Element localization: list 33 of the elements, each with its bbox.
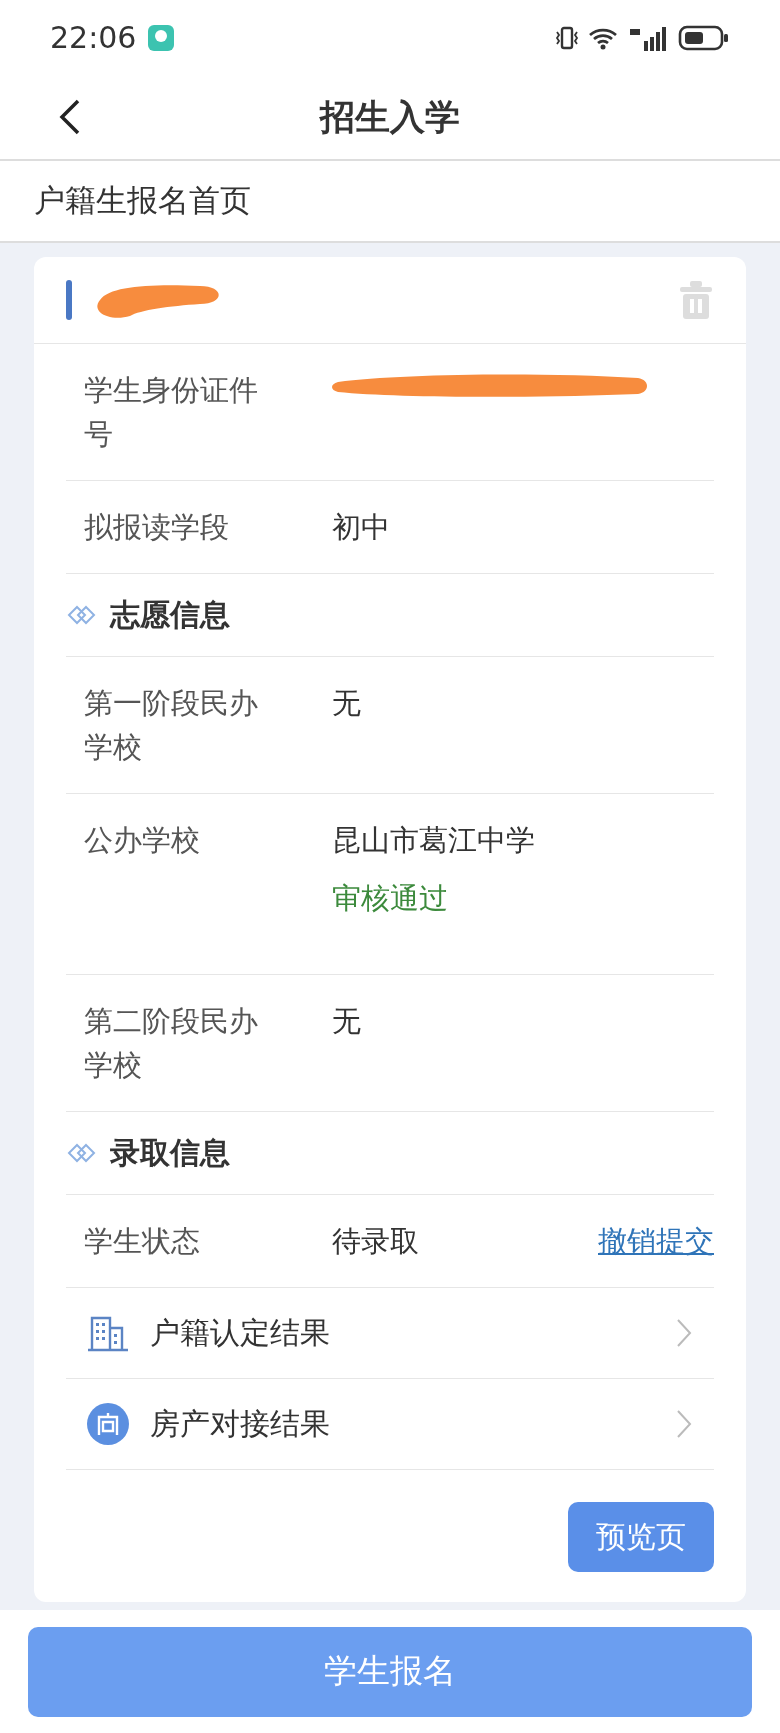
result-row[interactable]: 房产对接结果 [66, 1379, 714, 1470]
field-value: 昆山市葛江中学 [332, 822, 536, 859]
clock: 22:06 [50, 20, 137, 55]
field-value: 待录取 [332, 1223, 420, 1260]
field-label: 学生状态 [84, 1223, 201, 1260]
diamonds-icon [66, 1143, 98, 1163]
field-label: 公办学校 [84, 822, 201, 859]
field-value: 无 [332, 1003, 362, 1040]
cancel-link[interactable]: 撤销提交 [598, 1219, 714, 1263]
accent-bar [66, 280, 72, 320]
diamonds-icon [66, 605, 98, 625]
back-icon[interactable] [58, 99, 82, 135]
field-label: 拟报读学段 [84, 509, 230, 546]
section-title: 录取信息 [110, 1133, 230, 1172]
chevron-icon [676, 1318, 692, 1348]
vibrate-icon [554, 25, 580, 50]
battery-icon [678, 24, 730, 51]
field-value: 无 [332, 685, 362, 722]
register-button[interactable]: 学生报名 [28, 1626, 752, 1717]
result-row[interactable]: 户籍认定结果 [66, 1288, 714, 1379]
app-icon [148, 24, 175, 51]
chevron-icon [676, 1409, 692, 1439]
review-status: 审核通过 [332, 880, 449, 917]
house-icon [86, 1402, 130, 1446]
page-subtitle: 户籍生报名首页 [34, 181, 251, 220]
field-value: 初中 [332, 509, 391, 546]
preview-button[interactable]: 预览页 [568, 1502, 714, 1572]
field-label: 第二阶段民办学校 [84, 1003, 259, 1084]
building-icon [86, 1314, 130, 1352]
field-label: 第一阶段民办学校 [84, 685, 259, 766]
field-label: 学生身份证件号 [84, 372, 259, 453]
page-title: 招生入学 [320, 95, 460, 139]
section-title: 志愿信息 [110, 595, 230, 634]
